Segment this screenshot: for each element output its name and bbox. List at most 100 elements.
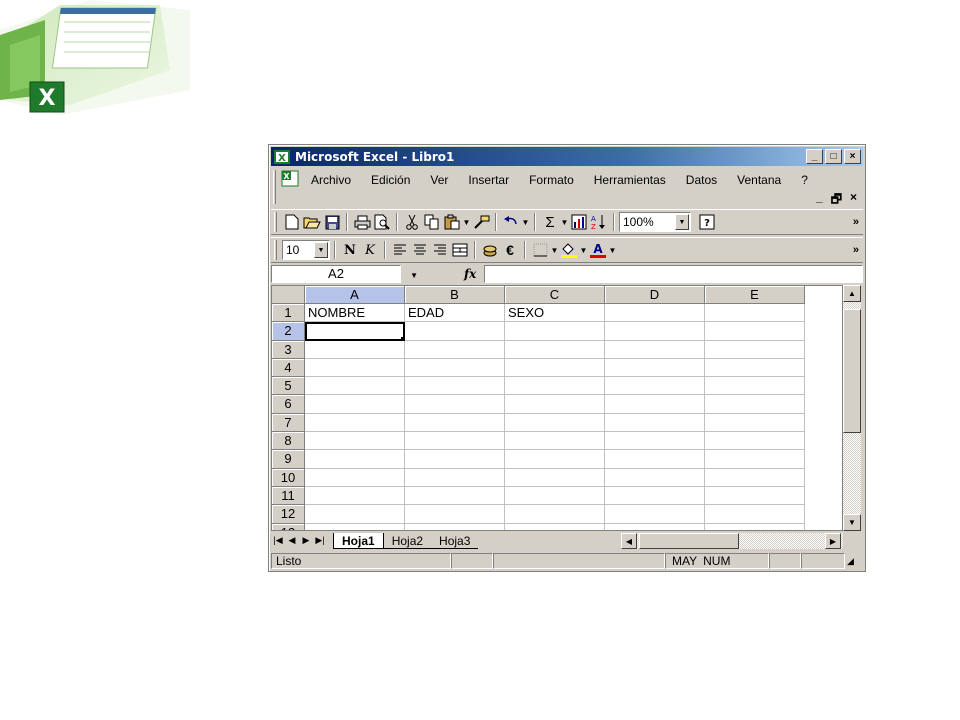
chevron-down-icon[interactable]: ▼ <box>314 242 328 258</box>
cell-e11[interactable] <box>705 486 805 506</box>
cell-e10[interactable] <box>705 468 805 487</box>
bold-icon[interactable]: N <box>340 240 360 260</box>
cell-c6[interactable] <box>505 395 605 414</box>
select-all-button[interactable] <box>272 286 305 304</box>
open-folder-icon[interactable] <box>302 212 322 232</box>
fill-color-dropdown-icon[interactable]: ▼ <box>579 246 588 255</box>
row-header-12[interactable]: 12 <box>272 505 305 524</box>
cell-d12[interactable] <box>605 505 705 524</box>
last-sheet-icon[interactable]: ▶| <box>313 535 327 546</box>
paste-icon[interactable] <box>442 212 462 232</box>
cell-c11[interactable] <box>505 486 605 506</box>
autosum-dropdown-icon[interactable]: ▼ <box>560 218 569 227</box>
cell-c3[interactable] <box>505 340 605 359</box>
cell-a11[interactable] <box>305 486 405 506</box>
row-header-13[interactable]: 13 <box>272 523 305 530</box>
menu-archivo[interactable]: Archivo <box>281 172 361 188</box>
cell-d3[interactable] <box>605 340 705 359</box>
prev-sheet-icon[interactable]: ◀ <box>285 535 299 546</box>
cell-b13[interactable] <box>405 523 505 530</box>
column-header-e[interactable]: E <box>705 286 805 304</box>
menu-formato[interactable]: Formato <box>519 172 584 188</box>
cell-d13[interactable] <box>605 523 705 530</box>
formula-input[interactable] <box>484 265 863 283</box>
currency-icon[interactable] <box>480 240 500 260</box>
close-button[interactable]: × <box>844 149 861 164</box>
print-preview-icon[interactable] <box>372 212 392 232</box>
align-left-icon[interactable] <box>390 240 410 260</box>
italic-icon[interactable]: K <box>360 240 380 260</box>
sheet-tab-hoja1[interactable]: Hoja1 <box>333 532 384 549</box>
cell-c13[interactable] <box>505 523 605 530</box>
row-header-1[interactable]: 1 <box>272 304 305 323</box>
align-center-icon[interactable] <box>410 240 430 260</box>
cell-a6[interactable] <box>305 395 405 414</box>
cell-a9[interactable] <box>305 450 405 469</box>
sheet-tab-hoja3[interactable]: Hoja3 <box>431 533 479 549</box>
menu-ver[interactable]: Ver <box>420 172 458 188</box>
cell-d9[interactable] <box>605 450 705 469</box>
menu-ventana[interactable]: Ventana <box>727 172 791 188</box>
cell-b11[interactable] <box>405 486 505 506</box>
row-header-8[interactable]: 8 <box>272 432 305 451</box>
cell-b4[interactable] <box>405 358 505 378</box>
font-color-icon[interactable]: A <box>588 240 608 260</box>
menu-grip[interactable] <box>273 170 276 204</box>
next-sheet-icon[interactable]: ▶ <box>299 535 313 546</box>
chevron-down-icon[interactable]: ▼ <box>410 268 418 284</box>
cell-b12[interactable] <box>405 505 505 524</box>
font-size-select[interactable]: 10 ▼ <box>282 240 330 260</box>
cell-c5[interactable] <box>505 377 605 396</box>
cell-d7[interactable] <box>605 413 705 433</box>
scroll-down-icon[interactable]: ▼ <box>843 514 861 531</box>
cell-b2[interactable] <box>405 322 505 341</box>
undo-icon[interactable] <box>501 212 521 232</box>
format-painter-icon[interactable] <box>471 212 491 232</box>
h-scroll-thumb[interactable] <box>639 533 739 549</box>
row-header-11[interactable]: 11 <box>272 486 305 506</box>
cell-b1[interactable]: EDAD <box>405 304 505 323</box>
cell-e4[interactable] <box>705 358 805 378</box>
help-icon[interactable]: ? <box>697 212 717 232</box>
cell-c4[interactable] <box>505 358 605 378</box>
cell-d6[interactable] <box>605 395 705 414</box>
cell-b9[interactable] <box>405 450 505 469</box>
cell-e2[interactable] <box>705 322 805 341</box>
scroll-thumb[interactable] <box>843 309 861 433</box>
cell-b7[interactable] <box>405 413 505 433</box>
column-header-b[interactable]: B <box>405 286 505 304</box>
cell-e13[interactable] <box>705 523 805 530</box>
row-header-9[interactable]: 9 <box>272 450 305 469</box>
horizontal-scrollbar[interactable]: ◀ ▶ <box>621 533 843 549</box>
cell-b6[interactable] <box>405 395 505 414</box>
doc-restore-button[interactable]: 🗗 <box>831 190 842 211</box>
scroll-up-icon[interactable]: ▲ <box>843 285 861 302</box>
save-icon[interactable] <box>322 212 342 232</box>
borders-icon[interactable] <box>530 240 550 260</box>
menu-insertar[interactable]: Insertar <box>458 172 519 188</box>
cell-d8[interactable] <box>605 432 705 451</box>
column-header-c[interactable]: C <box>505 286 605 304</box>
fill-color-icon[interactable] <box>559 240 579 260</box>
row-header-3[interactable]: 3 <box>272 340 305 359</box>
cell-b10[interactable] <box>405 468 505 487</box>
cell-a3[interactable] <box>305 340 405 359</box>
paste-dropdown-icon[interactable]: ▼ <box>462 218 471 227</box>
cell-c10[interactable] <box>505 468 605 487</box>
cell-e1[interactable] <box>705 304 805 323</box>
scroll-left-icon[interactable]: ◀ <box>621 533 637 549</box>
undo-dropdown-icon[interactable]: ▼ <box>521 218 530 227</box>
cell-a7[interactable] <box>305 413 405 433</box>
scroll-right-icon[interactable]: ▶ <box>825 533 841 549</box>
copy-icon[interactable] <box>422 212 442 232</box>
cell-c2[interactable] <box>505 322 605 341</box>
font-color-dropdown-icon[interactable]: ▼ <box>608 246 617 255</box>
chart-wizard-icon[interactable] <box>569 212 589 232</box>
cell-c12[interactable] <box>505 505 605 524</box>
cell-e3[interactable] <box>705 340 805 359</box>
first-sheet-icon[interactable]: |◀ <box>271 535 285 546</box>
sheet-tab-hoja2[interactable]: Hoja2 <box>383 533 432 549</box>
toolbar-grip[interactable] <box>274 212 277 232</box>
cell-e7[interactable] <box>705 413 805 433</box>
toolbar-grip[interactable] <box>274 240 277 260</box>
